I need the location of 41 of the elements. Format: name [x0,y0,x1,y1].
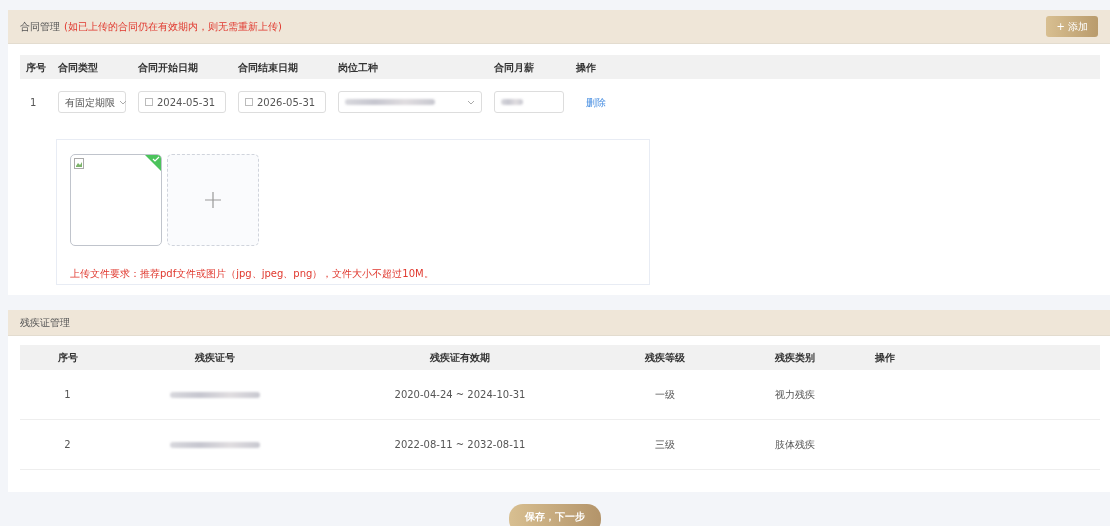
add-file-button[interactable] [167,154,259,246]
calendar-icon [145,98,153,106]
column-header: 合同开始日期 [138,60,199,75]
section-title: 残疾证管理 [20,316,70,330]
warning-note: (如已上传的合同仍在有效期内，则无需重新上传) [64,20,282,34]
column-header: 残疾证号 [194,351,236,365]
uploaded-file-thumbnail[interactable] [70,154,162,246]
table-cell: 2022-08-11 ~ 2032-08-11 [394,439,526,450]
column-header: 岗位工种 [338,60,379,75]
chevron-icon [467,99,475,105]
calendar-icon [245,98,253,106]
delete-link[interactable]: 删除 [576,96,606,108]
table-cell-text: 1 [29,95,38,110]
contract-type-select[interactable]: 有固定期限 [58,91,126,113]
table-cell: 1 [64,389,71,400]
date-field[interactable]: 2026-05-31 [238,91,326,113]
column-header: 合同月薪 [494,60,535,75]
section-title: 合同管理 [20,20,60,34]
table-cell: 肢体残疾 [775,439,815,450]
column-header: 残疾类别 [774,351,816,365]
table-cell: 一级 [655,389,675,400]
date-field[interactable]: 2024-05-31 [138,91,226,113]
table-cell: 三级 [655,439,675,450]
column-header: 序号 [25,60,47,75]
column-header: 操作 [875,351,896,365]
plus-icon [204,191,222,209]
column-header: 序号 [56,351,79,365]
column-header: 残疾证有效期 [429,351,491,365]
column-header: 合同结束日期 [238,60,299,75]
redacted-text [501,99,523,105]
table-cell: 2 [64,439,71,450]
column-header: 操作 [576,60,597,75]
column-header: 残疾等级 [644,351,686,365]
table-cell: 视力残疾 [775,389,815,400]
broken-image-icon [74,158,84,169]
job-select[interactable] [338,91,482,113]
chevron-icon [119,99,127,105]
salary-field[interactable] [494,91,564,113]
upload-hint: 上传文件要求：推荐pdf文件或图片（jpg、jpeg、png），文件大小不超过10M。 [70,267,435,281]
table-cell: 2020-04-24 ~ 2024-10-31 [394,389,526,400]
column-header: 合同类型 [58,60,99,75]
